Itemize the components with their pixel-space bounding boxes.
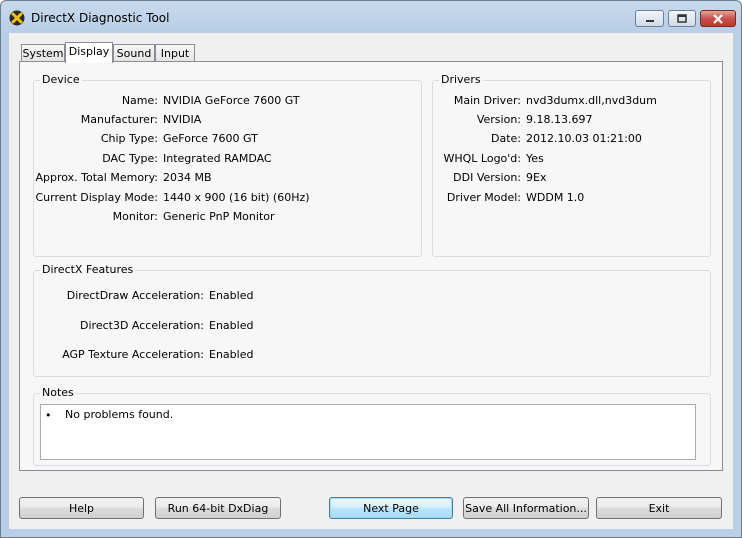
notes-textbox[interactable]: • No problems found. [40, 404, 696, 460]
device-name-value: NVIDIA GeForce 7600 GT [163, 94, 300, 107]
driver-model-value: WDDM 1.0 [526, 191, 585, 204]
total-memory-value: 2034 MB [163, 171, 212, 184]
manufacturer-label: Manufacturer: [80, 113, 158, 126]
tab-system[interactable]: System [21, 44, 65, 62]
client-area: System Display Sound Input Device Name: … [9, 33, 733, 529]
maximize-icon [677, 14, 687, 23]
next-page-button[interactable]: Next Page [329, 497, 453, 519]
direct3d-label: Direct3D Acceleration: [80, 319, 204, 332]
drivers-group-label: Drivers [439, 73, 483, 86]
drivers-group: Drivers Main Driver: nvd3dumx.dll,nvd3du… [432, 73, 711, 257]
driver-date-label: Date: [491, 132, 521, 145]
total-memory-label: Approx. Total Memory: [35, 171, 159, 184]
device-name-label: Name: [121, 94, 158, 107]
main-driver-value: nvd3dumx.dll,nvd3dum [526, 94, 657, 107]
agp-texture-value: Enabled [209, 348, 254, 361]
close-button[interactable] [700, 10, 736, 27]
window-title: DirectX Diagnostic Tool [31, 11, 170, 25]
display-mode-label: Current Display Mode: [35, 191, 158, 204]
notes-group-label: Notes [40, 386, 76, 399]
note-item: No problems found. [65, 408, 174, 421]
device-group: Device Name: NVIDIA GeForce 7600 GT Manu… [33, 73, 422, 257]
directdraw-value: Enabled [209, 289, 254, 302]
tab-display-label: Display [68, 45, 110, 58]
help-button[interactable]: Help [19, 497, 144, 519]
title-bar[interactable]: DirectX Diagnostic Tool [1, 1, 741, 33]
bullet-icon: • [45, 409, 52, 422]
tab-system-label: System [22, 47, 64, 60]
minimize-icon [645, 19, 654, 22]
display-tab-panel: Device Name: NVIDIA GeForce 7600 GT Manu… [19, 61, 723, 471]
directx-app-icon [9, 10, 25, 26]
whql-value: Yes [526, 152, 544, 165]
driver-model-label: Driver Model: [446, 191, 521, 204]
minimize-button[interactable] [635, 10, 664, 27]
direct3d-value: Enabled [209, 319, 254, 332]
maximize-button[interactable] [668, 10, 696, 27]
tab-display[interactable]: Display [65, 42, 113, 63]
ddi-version-value: 9Ex [526, 171, 547, 184]
main-driver-label: Main Driver: [453, 94, 521, 107]
whql-label: WHQL Logo'd: [443, 152, 521, 165]
tab-sound[interactable]: Sound [113, 44, 155, 62]
monitor-label: Monitor: [112, 210, 158, 223]
driver-version-label: Version: [476, 113, 521, 126]
dxdiag-window: DirectX Diagnostic Tool System Display S… [0, 0, 742, 538]
close-icon [713, 13, 723, 24]
directx-features-group: DirectX Features DirectDraw Acceleration… [33, 263, 711, 377]
directx-features-group-label: DirectX Features [40, 263, 136, 276]
tab-input[interactable]: Input [155, 44, 195, 62]
exit-button[interactable]: Exit [596, 497, 722, 519]
agp-texture-label: AGP Texture Acceleration: [62, 348, 204, 361]
directdraw-label: DirectDraw Acceleration: [66, 289, 204, 302]
dac-type-label: DAC Type: [102, 152, 158, 165]
chip-type-label: Chip Type: [100, 132, 158, 145]
tab-sound-label: Sound [116, 47, 152, 60]
chip-type-value: GeForce 7600 GT [163, 132, 258, 145]
tab-input-label: Input [160, 47, 190, 60]
dac-type-value: Integrated RAMDAC [163, 152, 272, 165]
display-mode-value: 1440 x 900 (16 bit) (60Hz) [163, 191, 310, 204]
ddi-version-label: DDI Version: [453, 171, 521, 184]
run-64bit-dxdiag-button[interactable]: Run 64-bit DxDiag [155, 497, 281, 519]
save-all-information-button[interactable]: Save All Information... [463, 497, 589, 519]
driver-date-value: 2012.10.03 01:21:00 [526, 132, 642, 145]
monitor-value: Generic PnP Monitor [163, 210, 275, 223]
manufacturer-value: NVIDIA [163, 113, 202, 126]
notes-group: Notes • No problems found. [33, 386, 711, 466]
device-group-label: Device [40, 73, 82, 86]
driver-version-value: 9.18.13.697 [526, 113, 593, 126]
